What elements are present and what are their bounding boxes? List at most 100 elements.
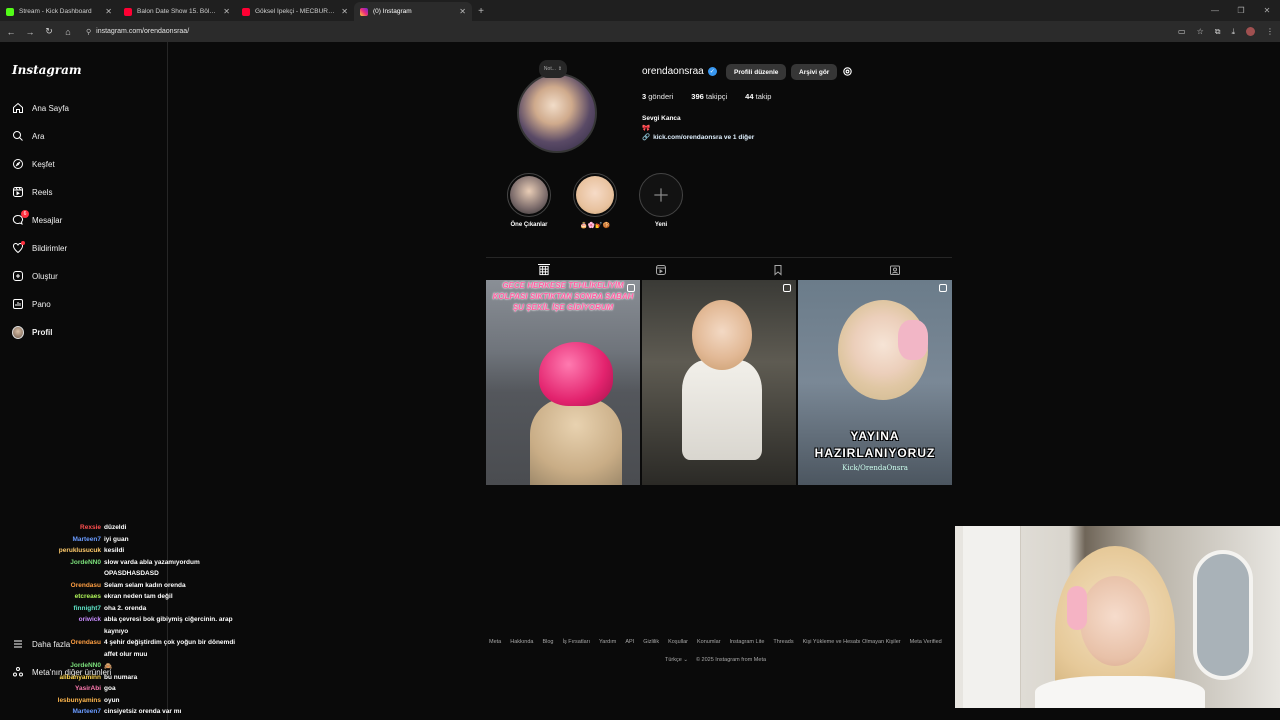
- close-icon[interactable]: ✕: [105, 7, 112, 16]
- copyright-text: © 2025 Instagram from Meta: [695, 657, 767, 663]
- browser-tab-bar: Stream - Kick Dashboard ✕ Balon Date Sho…: [0, 0, 1280, 21]
- footer-link[interactable]: Threads: [773, 639, 793, 645]
- chat-username[interactable]: alibanyaminn: [59, 674, 101, 681]
- footer-link[interactable]: Gizlilik: [643, 639, 659, 645]
- close-window-icon[interactable]: ✕: [1254, 0, 1280, 21]
- footer-link[interactable]: Hakkında: [510, 639, 533, 645]
- footer-link[interactable]: Blog: [542, 639, 553, 645]
- tab-instagram[interactable]: (0) Instagram ✕: [354, 2, 472, 21]
- footer-link[interactable]: Koşullar: [668, 639, 688, 645]
- sidebar-item-label: Ana Sayfa: [32, 103, 69, 113]
- highlight-label: Öne Çıkanlar: [510, 222, 548, 228]
- site-info-icon[interactable]: ⚲: [86, 28, 91, 36]
- chat-message: Marteen7 cinsiyetsiz orenda var mı: [0, 708, 250, 719]
- search-icon: [12, 130, 24, 142]
- highlight-featured[interactable]: Öne Çıkanlar: [506, 173, 552, 228]
- chat-text: Selam selam kadın orenda: [104, 581, 186, 589]
- extensions-icon[interactable]: ⧉: [1215, 27, 1221, 37]
- reload-icon[interactable]: ↻: [44, 26, 54, 37]
- profile-avatar[interactable]: [517, 73, 597, 153]
- chat-username[interactable]: JordeNN0: [70, 662, 101, 669]
- chat-username[interactable]: peruklusucuk: [59, 547, 101, 554]
- menu-icon[interactable]: ⋮: [1266, 27, 1274, 36]
- note-bubble[interactable]: Not... ⇕: [539, 60, 567, 78]
- sidebar-item-notifications[interactable]: Bildirimler: [12, 240, 67, 256]
- close-icon[interactable]: ✕: [459, 7, 466, 16]
- close-icon[interactable]: ✕: [223, 7, 230, 16]
- sidebar-item-search[interactable]: Ara: [12, 128, 44, 144]
- footer-link[interactable]: Kişi Yükleme ve Hesabı Olmayan Kişiler: [803, 639, 901, 645]
- new-tab-button[interactable]: +: [472, 2, 490, 21]
- footer-link[interactable]: Meta Verified: [910, 639, 942, 645]
- settings-gear-icon[interactable]: [842, 66, 853, 77]
- chat-text: cinsiyetsiz orenda var mı: [104, 708, 182, 715]
- chat-username[interactable]: lesbunyamins: [58, 697, 101, 704]
- chat-username[interactable]: JordeNN0: [70, 559, 101, 566]
- close-icon[interactable]: ✕: [341, 7, 348, 16]
- profile-stats: 3 gönderi 396 takipçi 44 takip: [642, 92, 789, 101]
- tagged-tab-icon[interactable]: [889, 264, 901, 276]
- sidebar-item-label: Profil: [32, 327, 53, 337]
- sidebar-item-messages[interactable]: 6 Mesajlar: [12, 210, 62, 228]
- bookmark-star-icon[interactable]: ☆: [1197, 27, 1204, 36]
- sidebar-item-explore[interactable]: Keşfet: [12, 156, 55, 172]
- highlight-emoji[interactable]: 🎂🌸💅🍪: [572, 173, 618, 229]
- chat-message: JordeNN0 🙈: [0, 662, 250, 673]
- url-field[interactable]: ⚲ instagram.com/orendaonsraa/: [86, 28, 1126, 36]
- footer-link[interactable]: API: [625, 639, 634, 645]
- chat-username[interactable]: finnight7: [74, 605, 101, 612]
- sidebar-item-home[interactable]: Ana Sayfa: [12, 100, 69, 116]
- sidebar-item-label: Bildirimler: [32, 243, 68, 253]
- sidebar-item-dashboard[interactable]: Pano: [12, 296, 51, 312]
- tab-balon-date-show[interactable]: Balon Date Show 15. Bölüm - Y ✕: [118, 2, 236, 21]
- minimize-icon[interactable]: —: [1202, 0, 1228, 21]
- tab-goksel-ipekci[interactable]: Göksel İpekçi - MECBURUM (C ✕: [236, 2, 354, 21]
- download-icon[interactable]: ⤓: [1231, 27, 1235, 37]
- home-icon[interactable]: ⌂: [63, 27, 73, 37]
- grid-tab-icon[interactable]: [538, 264, 550, 276]
- language-select[interactable]: Türkçe ⌄: [665, 657, 688, 663]
- posts-count[interactable]: 3 gönderi: [642, 92, 673, 101]
- forward-icon[interactable]: →: [25, 27, 35, 37]
- saved-tab-icon[interactable]: [772, 264, 784, 276]
- profile-avatar-icon[interactable]: [1246, 27, 1255, 36]
- chat-username[interactable]: etcreaes: [75, 593, 101, 600]
- sidebar-item-profile[interactable]: Profil: [12, 324, 52, 340]
- footer-link[interactable]: Yardım: [599, 639, 616, 645]
- bio-link[interactable]: 🔗 kick.com/orendaonsra ve 1 diğer: [642, 133, 754, 142]
- view-archive-button[interactable]: Arşivi gör: [791, 64, 838, 80]
- post-thumbnail[interactable]: [642, 280, 796, 485]
- chat-username[interactable]: Orendasu: [71, 639, 101, 646]
- back-icon[interactable]: ←: [6, 27, 16, 37]
- footer-link[interactable]: Konumlar: [697, 639, 721, 645]
- chat-username[interactable]: Orendasu: [71, 582, 101, 589]
- footer-link[interactable]: Meta: [489, 639, 501, 645]
- tab-kick-dashboard[interactable]: Stream - Kick Dashboard ✕: [0, 2, 118, 21]
- post-thumbnail[interactable]: GECE HERKESE TEHLİKELİYİM KOLPASI SIKTIK…: [486, 280, 640, 485]
- maximize-icon[interactable]: ❐: [1228, 0, 1254, 21]
- footer-link[interactable]: Instagram Lite: [730, 639, 765, 645]
- chat-text: abla çevresi bok gibiymiş ciğercinin. ar…: [104, 616, 233, 623]
- chat-username[interactable]: Rexsie: [80, 524, 101, 531]
- instagram-logo[interactable]: Instagram: [12, 63, 82, 77]
- chat-message: lesbunyamins oyun: [0, 697, 250, 708]
- sidebar-item-reels[interactable]: Reels: [12, 184, 52, 200]
- chat-text: kesildi: [104, 547, 125, 554]
- chat-text: slow varda abla yazamıyordum: [104, 558, 200, 566]
- chart-icon: [12, 298, 24, 310]
- cast-icon[interactable]: ▭: [1178, 27, 1186, 36]
- following-count[interactable]: 44 takip: [745, 92, 771, 101]
- chat-username[interactable]: Marteen7: [72, 536, 101, 543]
- chat-text: goa: [104, 685, 116, 692]
- edit-profile-button[interactable]: Profili düzenle: [726, 64, 787, 80]
- chat-username[interactable]: oriwick: [79, 616, 101, 623]
- followers-count[interactable]: 396 takipçi: [691, 92, 727, 101]
- chat-username[interactable]: Marteen7: [72, 708, 101, 715]
- sidebar-item-create[interactable]: Oluştur: [12, 268, 58, 284]
- highlight-new[interactable]: Yeni: [638, 173, 684, 228]
- footer-link[interactable]: İş Fırsatları: [563, 639, 591, 645]
- post-thumbnail[interactable]: YAYINA HAZIRLANIYORUZ Kick/OrendaOnsra: [798, 280, 952, 485]
- chat-username[interactable]: YasirAbi: [75, 685, 101, 692]
- profile-tabs: [486, 257, 952, 279]
- reels-tab-icon[interactable]: [655, 264, 667, 276]
